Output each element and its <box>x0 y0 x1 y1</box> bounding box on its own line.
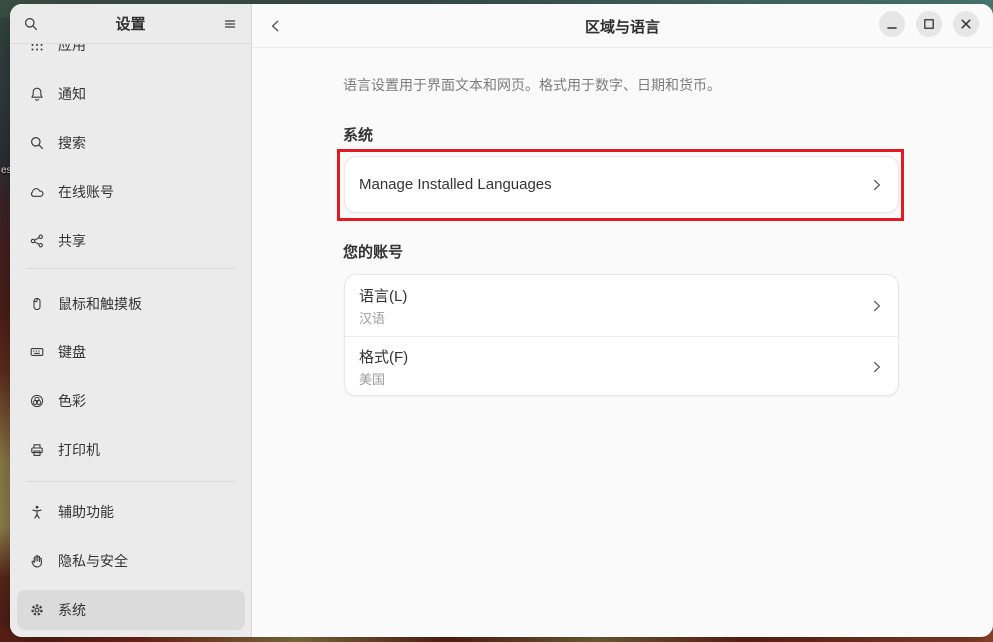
sidebar-divider <box>26 268 235 269</box>
sidebar-item-system[interactable]: 系统 <box>17 590 245 630</box>
share-icon <box>29 233 45 249</box>
sidebar-item-label: 系统 <box>58 600 86 620</box>
sidebar-item-online-accounts[interactable]: 在线账号 <box>17 172 245 212</box>
sidebar-title: 设置 <box>10 13 251 34</box>
sidebar-list: 应用 通知 搜索 <box>10 40 251 637</box>
page-description: 语言设置用于界面文本和网页。格式用于数字、日期和货币。 <box>343 75 903 95</box>
sidebar-item-label: 鼠标和触摸板 <box>58 294 142 314</box>
sidebar-item-label: 键盘 <box>58 342 86 362</box>
sidebar-item-label: 打印机 <box>58 440 100 460</box>
sidebar-item-label: 在线账号 <box>58 182 114 202</box>
account-card: 语言(L) 汉语 格式(F) 美国 <box>344 274 899 396</box>
row-title: Manage Installed Languages <box>359 176 869 193</box>
maximize-button[interactable] <box>916 11 942 37</box>
close-button[interactable] <box>953 11 979 37</box>
sidebar-item-keyboard[interactable]: 键盘 <box>17 332 245 372</box>
hamburger-menu-icon <box>222 16 238 32</box>
row-subtitle: 汉语 <box>359 308 869 327</box>
minimize-icon <box>879 11 905 37</box>
keyboard-icon <box>29 344 45 360</box>
gear-icon <box>29 602 45 618</box>
mouse-icon <box>29 296 45 312</box>
sidebar-header: 设置 <box>10 4 251 44</box>
search-icon <box>23 16 39 32</box>
sidebar: 应用 通知 搜索 <box>10 4 252 637</box>
row-title: 语言(L) <box>359 285 869 306</box>
color-icon <box>29 393 45 409</box>
manage-installed-languages-row[interactable]: Manage Installed Languages <box>345 157 898 212</box>
sidebar-item-label: 搜索 <box>58 133 86 153</box>
sidebar-item-label: 隐私与安全 <box>58 551 128 571</box>
sidebar-item-label: 色彩 <box>58 391 86 411</box>
main-menu-button[interactable] <box>217 11 243 37</box>
accessibility-icon <box>29 504 45 520</box>
format-row[interactable]: 格式(F) 美国 <box>345 336 898 396</box>
window-controls <box>879 11 979 37</box>
back-button[interactable] <box>262 12 290 40</box>
minimize-button[interactable] <box>879 11 905 37</box>
chevron-left-icon <box>268 18 284 34</box>
hand-icon <box>29 553 45 569</box>
chevron-right-icon <box>869 177 885 193</box>
bell-icon <box>29 86 45 102</box>
sidebar-item-privacy-security[interactable]: 隐私与安全 <box>17 541 245 581</box>
sidebar-item-notifications[interactable]: 通知 <box>17 74 245 114</box>
chevron-right-icon <box>869 359 885 375</box>
sidebar-item-label: 通知 <box>58 84 86 104</box>
sidebar-search-button[interactable] <box>18 11 44 37</box>
row-subtitle: 美国 <box>359 369 869 388</box>
search-icon <box>29 135 45 151</box>
printer-icon <box>29 442 45 458</box>
sidebar-item-printers[interactable]: 打印机 <box>17 430 245 470</box>
language-row[interactable]: 语言(L) 汉语 <box>345 275 898 336</box>
settings-window: 应用 通知 搜索 <box>10 4 993 637</box>
maximize-icon <box>916 11 942 37</box>
close-icon <box>953 11 979 37</box>
sidebar-item-color[interactable]: 色彩 <box>17 381 245 421</box>
cloud-icon <box>29 184 45 200</box>
section-heading-system: 系统 <box>343 126 373 146</box>
sidebar-item-search[interactable]: 搜索 <box>17 123 245 163</box>
chevron-right-icon <box>869 298 885 314</box>
system-card: Manage Installed Languages <box>344 156 899 213</box>
section-heading-account: 您的账号 <box>343 243 403 263</box>
row-title: 格式(F) <box>359 346 869 367</box>
main-headerbar: 区域与语言 <box>252 4 993 48</box>
sidebar-item-label: 共享 <box>58 231 86 251</box>
sidebar-divider <box>26 481 235 482</box>
sidebar-item-accessibility[interactable]: 辅助功能 <box>17 492 245 532</box>
sidebar-item-label: 辅助功能 <box>58 502 114 522</box>
sidebar-item-sharing[interactable]: 共享 <box>17 221 245 261</box>
sidebar-item-mouse-touchpad[interactable]: 鼠标和触摸板 <box>17 284 245 324</box>
